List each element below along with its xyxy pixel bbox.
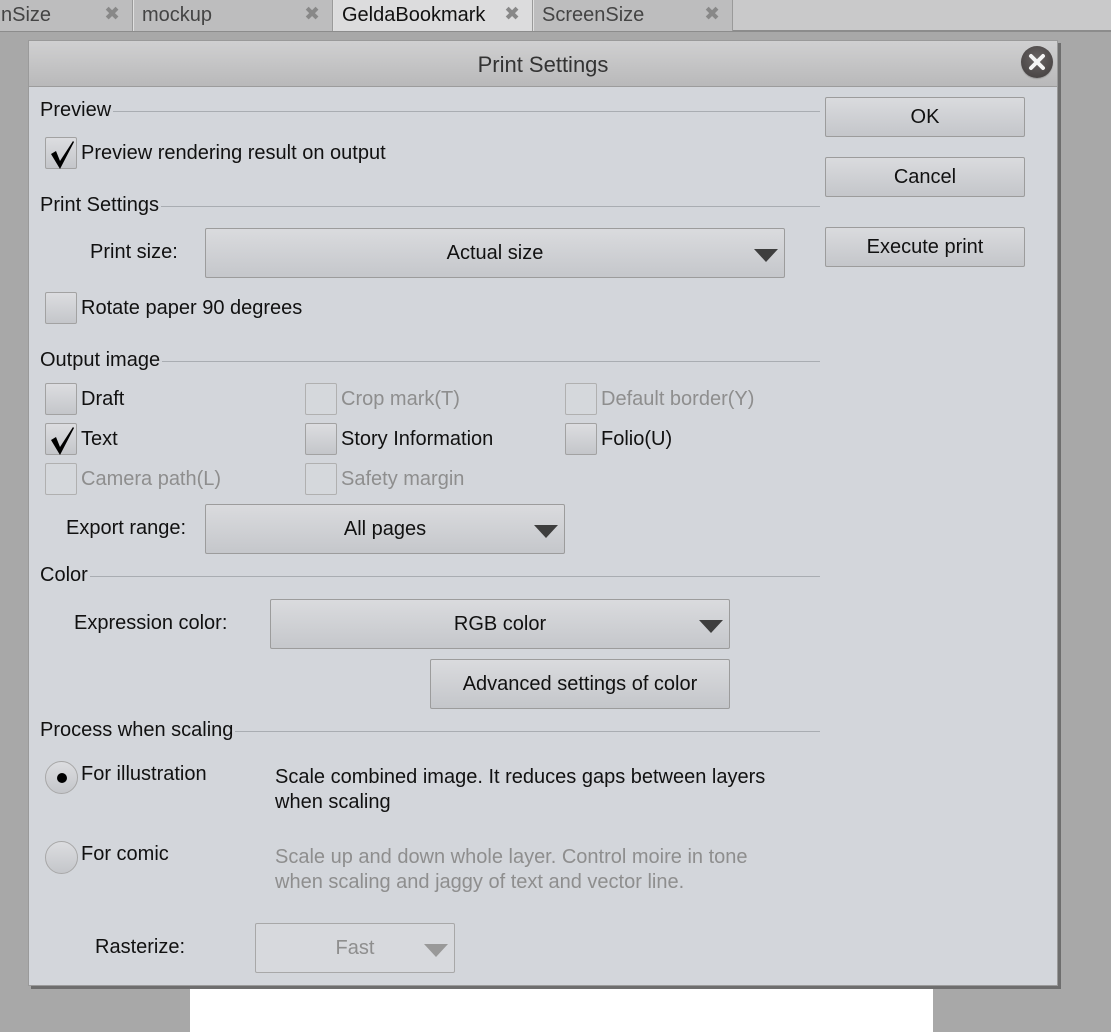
checkbox-box[interactable] (45, 383, 77, 415)
checkbox-label: Safety margin (341, 467, 465, 490)
for-illustration-description: Scale combined image. It reduces gaps be… (275, 766, 766, 813)
text-checkbox[interactable]: Text (45, 423, 118, 455)
tab-geldabookmark[interactable]: GeldaBookmark ✖ (333, 0, 533, 31)
draft-checkbox[interactable]: Draft (45, 383, 124, 415)
export-range-label: Export range: (66, 517, 187, 539)
section-title: Print Settings (40, 194, 159, 216)
default-border-checkbox[interactable]: Default border(Y) (565, 383, 754, 415)
camera-path-checkbox[interactable]: Camera path(L) (45, 463, 221, 495)
expression-color-label: Expression color: (74, 612, 228, 634)
section-title: Color (40, 564, 88, 586)
divider (89, 576, 820, 577)
canvas-paper (190, 985, 933, 1032)
checkbox-label: Text (81, 427, 118, 450)
checkbox-box[interactable] (45, 463, 77, 495)
divider (113, 111, 820, 112)
print-settings-dialog: Print Settings OK Cancel Execute print P… (28, 40, 1058, 986)
dialog-title: Print Settings (477, 52, 609, 77)
execute-print-button[interactable]: Execute print (825, 227, 1025, 267)
radio-label: For illustration (81, 763, 207, 785)
document-tab-bar: nSize ✖ mockup ✖ GeldaBookmark ✖ ScreenS… (0, 0, 1111, 32)
tab-close-icon[interactable]: ✖ (704, 0, 720, 30)
checkbox-box[interactable] (565, 383, 597, 415)
dropdown-arrow-icon (754, 249, 778, 262)
radio-circle[interactable] (45, 841, 78, 874)
radio-selected-dot (57, 773, 67, 783)
crop-mark-checkbox[interactable]: Crop mark(T) (305, 383, 460, 415)
checkbox-label: Default border(Y) (601, 387, 755, 410)
checkbox-box[interactable] (45, 137, 77, 169)
export-range-select[interactable]: All pages (205, 504, 565, 554)
dropdown-arrow-icon (534, 525, 558, 538)
select-value: All pages (343, 518, 427, 540)
checkbox-box[interactable] (45, 292, 77, 324)
checkbox-label: Draft (81, 387, 125, 410)
section-process-when-scaling: Process when scaling (40, 719, 820, 742)
divider (162, 361, 820, 362)
close-icon (1029, 54, 1045, 70)
checkbox-label: Camera path(L) (81, 467, 222, 490)
checkbox-box[interactable] (45, 423, 77, 455)
expression-color-select[interactable]: RGB color (270, 599, 730, 649)
tab-mockup[interactable]: mockup ✖ (133, 0, 333, 31)
select-value: Actual size (446, 242, 544, 264)
section-preview: Preview (40, 99, 820, 122)
radio-circle[interactable] (45, 761, 78, 794)
tab-label: mockup (142, 4, 213, 26)
checkmark-icon (51, 141, 74, 169)
folio-checkbox[interactable]: Folio(U) (565, 423, 672, 455)
tab-screensize[interactable]: ScreenSize ✖ (533, 0, 733, 31)
divider (235, 731, 820, 732)
section-title: Output image (40, 349, 161, 371)
divider (160, 206, 820, 207)
section-title: Preview (40, 99, 112, 121)
tab-close-icon[interactable]: ✖ (504, 0, 520, 30)
ok-button[interactable]: OK (825, 97, 1025, 137)
section-output-image: Output image (40, 349, 820, 372)
tab-label: GeldaBookmark (342, 4, 486, 26)
tab-nsize[interactable]: nSize ✖ (0, 0, 133, 31)
select-value: Fast (335, 937, 375, 959)
rasterize-label: Rasterize: (95, 936, 186, 958)
checkbox-label: Crop mark(T) (341, 387, 460, 410)
dropdown-arrow-icon (424, 944, 448, 957)
checkbox-box[interactable] (305, 383, 337, 415)
for-illustration-radio[interactable]: For illustration (45, 761, 207, 794)
section-print-settings: Print Settings (40, 194, 820, 217)
for-comic-description: Scale up and down whole layer. Control m… (275, 846, 748, 893)
tab-label: ScreenSize (542, 4, 645, 26)
checkbox-box[interactable] (305, 463, 337, 495)
checkbox-label: Preview rendering result on output (81, 141, 386, 164)
select-value: RGB color (453, 613, 547, 635)
rotate-paper-checkbox[interactable]: Rotate paper 90 degrees (45, 292, 302, 324)
print-size-select[interactable]: Actual size (205, 228, 785, 278)
safety-margin-checkbox[interactable]: Safety margin (305, 463, 464, 495)
tab-close-icon[interactable]: ✖ (104, 0, 120, 30)
story-information-checkbox[interactable]: Story Information (305, 423, 493, 455)
tab-label: nSize (1, 4, 52, 26)
tab-close-icon[interactable]: ✖ (304, 0, 320, 30)
preview-rendering-checkbox[interactable]: Preview rendering result on output (45, 137, 386, 169)
advanced-color-settings-button[interactable]: Advanced settings of color (430, 659, 730, 709)
close-button[interactable] (1021, 46, 1053, 78)
checkbox-box[interactable] (565, 423, 597, 455)
checkbox-box[interactable] (305, 423, 337, 455)
checkbox-label: Rotate paper 90 degrees (81, 296, 303, 319)
checkbox-label: Story Information (341, 427, 494, 450)
checkmark-icon (51, 427, 74, 455)
dropdown-arrow-icon (699, 620, 723, 633)
cancel-button[interactable]: Cancel (825, 157, 1025, 197)
section-title: Process when scaling (40, 719, 234, 741)
checkbox-label: Folio(U) (601, 427, 673, 450)
print-size-label: Print size: (90, 241, 178, 263)
dialog-title-bar: Print Settings (29, 41, 1057, 87)
for-comic-radio[interactable]: For comic (45, 841, 169, 874)
radio-label: For comic (81, 843, 169, 865)
section-color: Color (40, 564, 820, 587)
rasterize-select[interactable]: Fast (255, 923, 455, 973)
